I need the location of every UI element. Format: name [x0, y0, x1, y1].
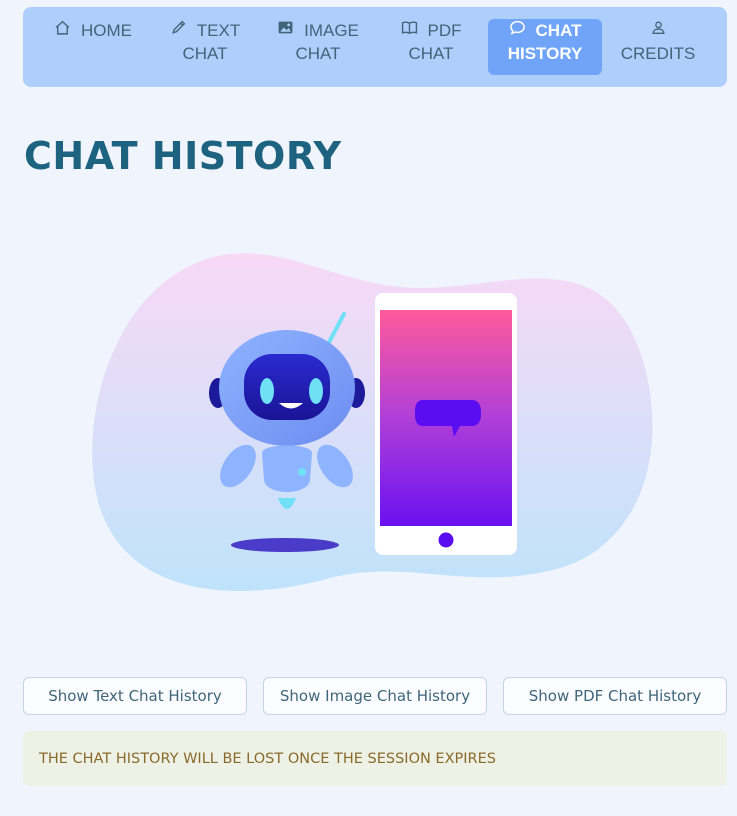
show-image-chat-history-button[interactable]: Show Image Chat History — [263, 677, 487, 715]
user-icon — [650, 19, 667, 42]
show-pdf-chat-history-button[interactable]: Show PDF Chat History — [503, 677, 727, 715]
phone-graphic — [375, 293, 517, 555]
nav-item-text-chat-line2: CHAT — [182, 44, 228, 63]
nav-item-chat-history-line1: CHAT — [535, 21, 582, 40]
nav-item-pdf-chat-line1: PDF — [427, 21, 462, 40]
nav-item-chat-history[interactable]: CHAT HISTORY — [488, 19, 602, 75]
pencil-icon — [170, 19, 187, 42]
nav-item-image-chat-line2: CHAT — [295, 44, 341, 63]
background-blob — [92, 253, 653, 591]
nav-item-pdf-chat-line2: CHAT — [408, 44, 454, 63]
image-icon — [277, 19, 294, 42]
session-warning-text: THE CHAT HISTORY WILL BE LOST ONCE THE S… — [39, 750, 496, 767]
nav-item-pdf-chat[interactable]: PDF CHAT — [393, 19, 469, 75]
home-icon — [54, 19, 71, 42]
book-icon — [401, 19, 418, 42]
chat-bubble-icon — [509, 19, 526, 42]
robot-chat-illustration — [92, 253, 653, 591]
nav-item-home[interactable]: HOME — [51, 19, 135, 75]
page-title: CHAT HISTORY — [24, 134, 342, 178]
nav-item-chat-history-line2: HISTORY — [507, 44, 583, 63]
nav-item-credits-label: CREDITS — [620, 44, 696, 63]
nav-item-text-chat-line1: TEXT — [196, 21, 241, 40]
nav-item-home-label: HOME — [81, 21, 132, 40]
nav-item-image-chat[interactable]: IMAGE CHAT — [273, 19, 363, 75]
top-navigation: HOME TEXT CHAT IMAGE CHAT PDF CHAT CHAT … — [23, 7, 727, 87]
nav-item-text-chat[interactable]: TEXT CHAT — [163, 19, 247, 75]
nav-item-credits[interactable]: CREDITS — [618, 19, 698, 75]
nav-item-image-chat-line1: IMAGE — [304, 21, 359, 40]
session-warning-notice: THE CHAT HISTORY WILL BE LOST ONCE THE S… — [23, 731, 727, 786]
show-text-chat-history-button[interactable]: Show Text Chat History — [23, 677, 247, 715]
